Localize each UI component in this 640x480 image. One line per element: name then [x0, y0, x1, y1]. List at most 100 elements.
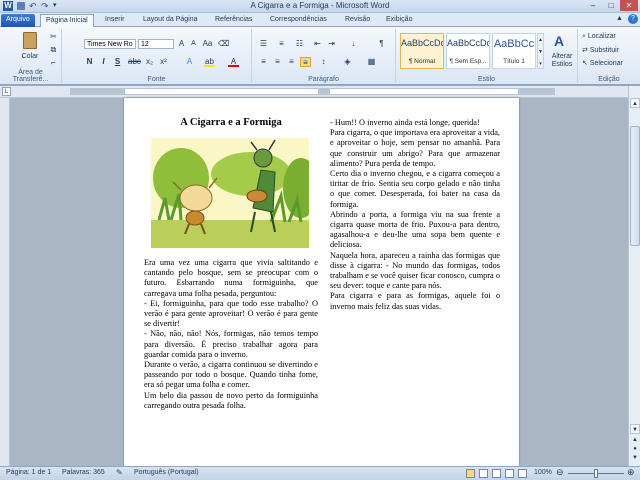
- decrease-indent-icon[interactable]: ⇤: [312, 39, 323, 49]
- minimize-button[interactable]: –: [584, 0, 602, 11]
- shrink-font-icon[interactable]: A: [188, 39, 199, 49]
- font-group: Times New Ro 12 A A Aa ⌫ N I S abc x₂ x²…: [62, 29, 252, 83]
- show-marks-icon[interactable]: ¶: [376, 39, 387, 49]
- word-count[interactable]: Palavras: 365: [62, 469, 105, 476]
- align-right-icon[interactable]: ≡: [286, 57, 297, 67]
- change-styles-button[interactable]: A Alterar Estilos: [546, 33, 578, 73]
- change-styles-icon: A: [554, 33, 565, 49]
- tab-referencias[interactable]: Referências: [210, 14, 257, 27]
- proofing-icon[interactable]: ✎: [116, 468, 123, 477]
- style-normal[interactable]: AaBbCcDc ¶ Normal: [400, 33, 444, 69]
- tab-correspondencias[interactable]: Correspondências: [265, 14, 332, 27]
- shading-icon[interactable]: ◈: [342, 57, 353, 67]
- ruler-column-gap: [318, 88, 330, 95]
- paste-button[interactable]: Colar: [21, 32, 39, 64]
- paragraph: Certo dia o inverno chegou, e a cigarra …: [330, 169, 500, 209]
- styles-group-label: Estilo: [477, 76, 496, 83]
- change-case-icon[interactable]: Aa: [202, 39, 213, 49]
- horizontal-ruler[interactable]: L: [0, 86, 640, 98]
- zoom-in-icon[interactable]: ⊕: [627, 467, 635, 478]
- justify-icon[interactable]: ≡: [300, 57, 311, 67]
- tab-revisao[interactable]: Revisão: [340, 14, 375, 27]
- styles-group: AaBbCcDc ¶ Normal AaBbCcDc ¶ Sem Esp... …: [396, 29, 578, 83]
- find-label: Localizar: [587, 33, 616, 40]
- line-spacing-icon[interactable]: ↕: [318, 57, 329, 67]
- print-layout-view-icon[interactable]: [466, 469, 475, 478]
- vertical-ruler[interactable]: [0, 98, 10, 466]
- paragraph: Era uma vez uma cigarra que vivia saltit…: [144, 258, 318, 298]
- replace-button[interactable]: ⇄ Substituir: [582, 46, 619, 54]
- align-left-icon[interactable]: ≡: [258, 57, 269, 67]
- bold-button[interactable]: N: [84, 57, 95, 67]
- maximize-button[interactable]: □: [602, 0, 620, 11]
- copy-icon[interactable]: ⧉: [48, 45, 59, 55]
- fullscreen-view-icon[interactable]: [479, 469, 488, 478]
- vertical-scrollbar[interactable]: ▲ ▼ ▲ ● ▼: [628, 86, 640, 466]
- tab-selector-icon[interactable]: L: [2, 87, 11, 96]
- zoom-level[interactable]: 100%: [534, 469, 552, 476]
- tab-exibicao[interactable]: Exibição: [381, 14, 417, 27]
- highlight-icon[interactable]: ab: [204, 57, 215, 67]
- zoom-slider-thumb[interactable]: [594, 469, 598, 478]
- format-painter-icon[interactable]: ⌐: [48, 58, 59, 68]
- editing-group: ⌕ Localizar ⇄ Substituir ↖ Selecionar Ed…: [578, 29, 640, 83]
- strikethrough-button[interactable]: abc: [128, 57, 141, 67]
- draft-view-icon[interactable]: [518, 469, 527, 478]
- minimize-ribbon-icon[interactable]: ▲: [616, 15, 623, 22]
- tab-inserir[interactable]: Inserir: [100, 14, 129, 27]
- grow-font-icon[interactable]: A: [176, 39, 187, 49]
- window-title: A Cigarra e a Formiga - Microsoft Word: [250, 1, 390, 10]
- select-button[interactable]: ↖ Selecionar: [582, 59, 623, 67]
- font-size-combo[interactable]: 12: [138, 39, 174, 49]
- clear-format-icon[interactable]: ⌫: [218, 39, 229, 49]
- close-button[interactable]: ✕: [620, 0, 638, 11]
- styles-scroll-icon[interactable]: ▲ ▼ ▾: [537, 33, 544, 69]
- find-button[interactable]: ⌕ Localizar: [582, 33, 616, 41]
- text-effects-icon[interactable]: A: [184, 57, 195, 67]
- tab-arquivo[interactable]: Arquivo: [1, 14, 35, 27]
- superscript-button[interactable]: x²: [158, 57, 169, 67]
- scroll-thumb[interactable]: [630, 126, 640, 246]
- style-label: Título 1: [503, 58, 525, 65]
- scroll-down-icon[interactable]: ▼: [630, 424, 640, 434]
- outline-view-icon[interactable]: [505, 469, 514, 478]
- language[interactable]: Português (Portugal): [134, 469, 199, 476]
- zoom-out-icon[interactable]: ⊖: [556, 467, 564, 478]
- paragraph: - Hum!! O inverno ainda está longe, quer…: [330, 118, 480, 127]
- page-count[interactable]: Página: 1 de 1: [6, 469, 51, 476]
- style-preview: AaBbCc: [493, 38, 535, 50]
- subscript-button[interactable]: x₂: [144, 57, 155, 67]
- italic-button[interactable]: I: [98, 57, 109, 67]
- document-title: A Cigarra e a Formiga: [180, 117, 282, 128]
- underline-button[interactable]: S: [112, 57, 123, 67]
- web-layout-view-icon[interactable]: [492, 469, 501, 478]
- style-heading-1[interactable]: AaBbCc Título 1: [492, 33, 536, 69]
- borders-icon[interactable]: ▦: [366, 57, 377, 67]
- font-color-icon[interactable]: A: [228, 57, 239, 67]
- multilevel-list-icon[interactable]: ☷: [294, 39, 305, 49]
- browse-object-icon[interactable]: ●: [630, 445, 640, 453]
- align-center-icon[interactable]: ≡: [272, 57, 283, 67]
- style-no-spacing[interactable]: AaBbCcDc ¶ Sem Esp...: [446, 33, 490, 69]
- bullets-icon[interactable]: ☰: [258, 39, 269, 49]
- replace-label: Substituir: [589, 47, 619, 54]
- font-name-combo[interactable]: Times New Ro: [84, 39, 136, 49]
- clipboard-group: Colar ✂ ⧉ ⌐ Área de Transferê...: [0, 29, 62, 83]
- style-label: ¶ Normal: [408, 58, 436, 65]
- tab-layout[interactable]: Layout da Página: [138, 14, 203, 27]
- increase-indent-icon[interactable]: ⇥: [326, 39, 337, 49]
- style-preview: AaBbCcDc: [447, 38, 489, 48]
- tab-pagina-inicial[interactable]: Página Inicial: [40, 14, 94, 27]
- scroll-up-icon[interactable]: ▲: [630, 98, 640, 108]
- next-page-icon[interactable]: ▼: [630, 454, 640, 462]
- paragraph-group-label: Parágrafo: [308, 76, 339, 83]
- document-page[interactable]: A Cigarra e a Formiga Era uma vez uma ci…: [124, 98, 519, 466]
- prev-page-icon[interactable]: ▲: [630, 436, 640, 444]
- cut-icon[interactable]: ✂: [48, 32, 59, 42]
- clipboard-group-label: Área de Transferê...: [12, 69, 49, 83]
- ribbon: Colar ✂ ⧉ ⌐ Área de Transferê... Times N…: [0, 27, 640, 85]
- style-preview: AaBbCcDc: [401, 38, 443, 48]
- sort-icon[interactable]: ↓: [348, 39, 359, 49]
- help-icon[interactable]: ?: [628, 14, 638, 24]
- numbering-icon[interactable]: ≡: [276, 39, 287, 49]
